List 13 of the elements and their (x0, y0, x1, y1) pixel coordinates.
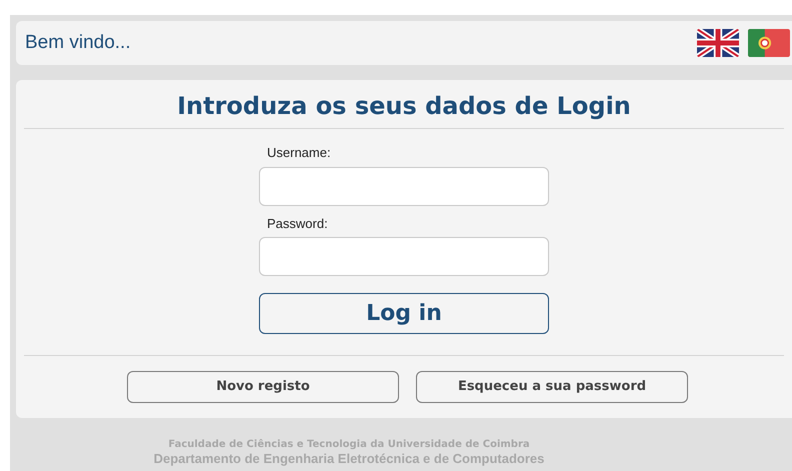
field-label: Username: (266, 144, 332, 162)
uk-flag-icon[interactable] (697, 29, 739, 57)
login-title: Introduza os seus dados de Login (176, 91, 632, 122)
login-button[interactable]: Log in (259, 293, 549, 334)
faculty-text: Faculdade de Ciências e Tecnologia da Universidade de Coimbra (167, 439, 531, 451)
portugal-flag-icon[interactable] (748, 29, 790, 57)
input-field[interactable] (259, 237, 549, 276)
link-button[interactable]: Esqueceu a sua password (416, 371, 688, 403)
link-button[interactable]: Novo registo (127, 371, 399, 403)
field-label: Password: (266, 214, 329, 232)
input-field[interactable] (259, 166, 549, 206)
department-text: Departamento de Engenharia Eletrotécnica e de Computadores (152, 451, 546, 467)
welcome-text: Bem vindo... (25, 30, 132, 55)
